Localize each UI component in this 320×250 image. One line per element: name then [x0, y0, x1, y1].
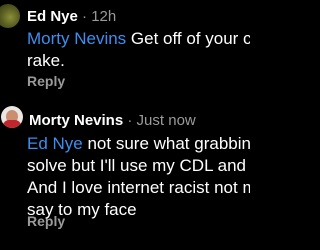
avatar[interactable] [1, 106, 23, 128]
reply-button[interactable]: Reply [27, 73, 65, 89]
timestamp: Just now [136, 112, 196, 129]
comment-text: Morty Nevins Get off of your couch a rak… [27, 28, 250, 72]
comment-thread: Ed Nye · 12h Morty Nevins Get off of you… [0, 0, 250, 250]
mention-link[interactable]: Ed Nye [27, 134, 83, 153]
comment-header: Ed Nye · 12h [27, 8, 116, 26]
separator-dot: · [127, 112, 137, 129]
separator-dot: · [82, 8, 92, 25]
author-name[interactable]: Morty Nevins [29, 112, 123, 129]
comment-header: Morty Nevins · Just now [29, 112, 196, 130]
comment: Morty Nevins · Just now Ed Nye not sure … [0, 104, 250, 250]
comment: Ed Nye · 12h Morty Nevins Get off of you… [0, 0, 250, 95]
avatar[interactable] [0, 4, 20, 28]
timestamp: 12h [91, 8, 117, 25]
avatar-shirt [3, 120, 21, 128]
comment-text: Ed Nye not sure what grabbing a ra solve… [27, 133, 250, 221]
mention-link[interactable]: Morty Nevins [27, 29, 126, 48]
author-name[interactable]: Ed Nye [27, 8, 78, 25]
reply-button[interactable]: Reply [27, 213, 65, 229]
